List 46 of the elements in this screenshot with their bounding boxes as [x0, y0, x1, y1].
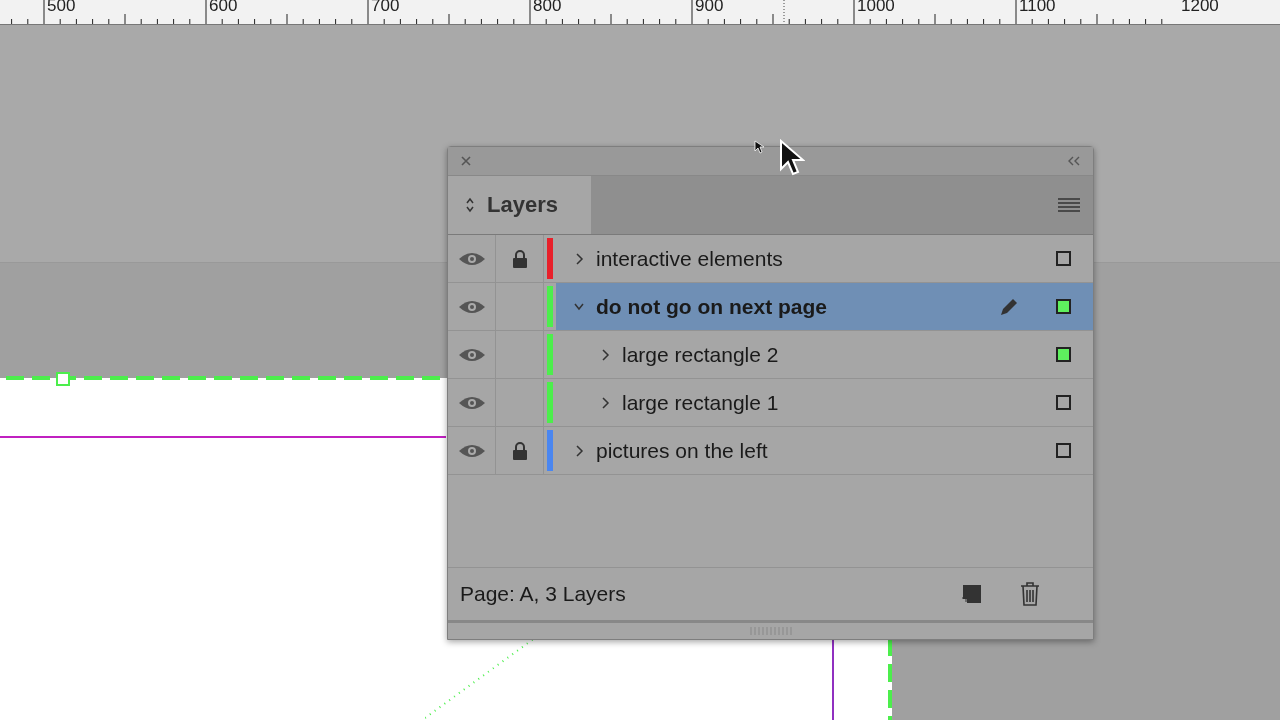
layer-name: pictures on the left: [596, 438, 768, 463]
layer-row[interactable]: large rectangle 1: [448, 379, 1093, 427]
ruler-label: 1100: [1019, 0, 1056, 16]
tab-label: Layers: [487, 192, 558, 218]
ruler-label: 1200: [1181, 0, 1219, 16]
eye-icon[interactable]: [457, 298, 486, 315]
selection-square[interactable]: [1056, 443, 1071, 458]
layer-row[interactable]: pictures on the left: [448, 427, 1093, 475]
cursor-icon: [754, 140, 764, 154]
chevron-right-icon[interactable]: [600, 347, 610, 362]
trash-icon[interactable]: [1019, 581, 1041, 607]
selection-square[interactable]: [1056, 299, 1071, 314]
chevron-right-icon[interactable]: [574, 443, 584, 458]
close-icon[interactable]: [460, 155, 472, 167]
layer-row[interactable]: interactive elements: [448, 235, 1093, 283]
ruler-label: 600: [209, 0, 238, 16]
eye-icon[interactable]: [457, 250, 486, 267]
status-text: Page: A, 3 Layers: [460, 582, 626, 606]
selection-square[interactable]: [1056, 347, 1071, 362]
lock-icon[interactable]: [511, 249, 528, 268]
menu-icon[interactable]: [1057, 197, 1081, 213]
ruler-label: 1000: [857, 0, 895, 16]
eye-icon[interactable]: [457, 394, 486, 411]
ruler-label: 800: [533, 0, 562, 16]
layer-name: large rectangle 1: [622, 390, 779, 415]
layer-name: do not go on next page: [596, 294, 827, 319]
layer-row[interactable]: do not go on next page: [448, 283, 1093, 331]
layer-name: large rectangle 2: [622, 342, 779, 367]
ruler-label: 500: [47, 0, 76, 16]
eye-icon[interactable]: [457, 442, 486, 459]
collapse-icon[interactable]: [1067, 156, 1081, 166]
layer-name: interactive elements: [596, 246, 783, 271]
eye-icon[interactable]: [457, 346, 486, 363]
layer-row[interactable]: large rectangle 2: [448, 331, 1093, 379]
frame-handle[interactable]: [56, 372, 70, 386]
ruler-label: 900: [695, 0, 724, 16]
selection-square[interactable]: [1056, 395, 1071, 410]
ruler-label: 700: [371, 0, 400, 16]
new-layer-icon[interactable]: [959, 583, 983, 605]
selection-square[interactable]: [1056, 251, 1071, 266]
chevron-right-icon[interactable]: [574, 251, 584, 266]
layers-tab[interactable]: Layers: [448, 176, 591, 234]
cursor-icon: [779, 139, 805, 177]
chevron-right-icon[interactable]: [600, 395, 610, 410]
lock-icon[interactable]: [511, 441, 528, 460]
sort-icon: [465, 197, 475, 213]
